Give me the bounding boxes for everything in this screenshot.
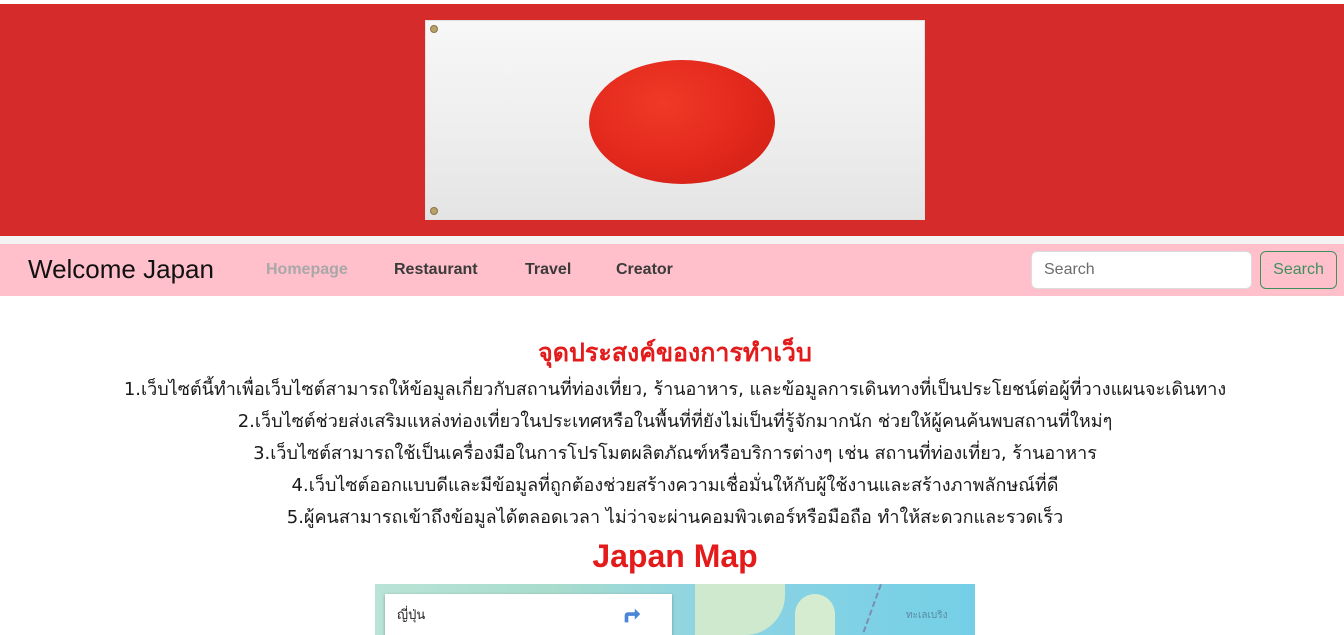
navbar-brand[interactable]: Welcome Japan xyxy=(28,249,214,289)
navbar: Welcome Japan Homepage Restaurant Travel… xyxy=(0,244,1344,296)
nav-link-creator[interactable]: Creator xyxy=(616,258,673,282)
purpose-heading: จุดประสงค์ของการทำเว็บ xyxy=(538,338,812,367)
directions-icon[interactable] xyxy=(621,604,643,626)
map-border-line xyxy=(862,584,882,633)
nav-link-travel[interactable]: Travel xyxy=(525,258,571,282)
purpose-item: 1.เว็บไซต์นี้ทำเพื่อเว็บไซต์สามารถให้ข้อ… xyxy=(123,379,1227,400)
purpose-item: 4.เว็บไซต์ออกแบบดีและมีข้อมูลที่ถูกต้องช… xyxy=(291,475,1059,496)
nav-link-restaurant[interactable]: Restaurant xyxy=(394,258,478,282)
map-landmass xyxy=(695,584,785,635)
map-heading: Japan Map xyxy=(592,538,758,574)
search-input[interactable] xyxy=(1031,251,1252,289)
nav-link-homepage[interactable]: Homepage xyxy=(266,258,348,282)
divider-strip xyxy=(0,236,1344,244)
map-place-card: ญี่ปุ่น xyxy=(385,594,672,635)
hero-banner xyxy=(0,4,1344,236)
flag-grommet-top xyxy=(430,25,438,33)
search-button[interactable]: Search xyxy=(1260,251,1337,289)
map-island xyxy=(795,594,835,635)
embedded-map[interactable]: ทะเลเบริง ญี่ปุ่น xyxy=(375,584,975,635)
flag-grommet-bottom xyxy=(430,207,438,215)
purpose-list: 1.เว็บไซต์นี้ทำเพื่อเว็บไซต์สามารถให้ข้อ… xyxy=(0,374,1344,534)
map-sea-label: ทะเลเบริง xyxy=(906,610,948,621)
map-place-name[interactable]: ญี่ปุ่น xyxy=(397,604,425,625)
purpose-item: 3.เว็บไซต์สามารถใช้เป็นเครื่องมือในการโป… xyxy=(253,443,1097,464)
purpose-item: 2.เว็บไซต์ช่วยส่งเสริมแหล่งท่องเที่ยวในป… xyxy=(237,411,1113,432)
japan-flag-image xyxy=(425,20,925,220)
flag-red-disc xyxy=(589,60,775,184)
purpose-item: 5.ผู้คนสามารถเข้าถึงข้อมูลได้ตลอดเวลา ไม… xyxy=(286,507,1064,528)
